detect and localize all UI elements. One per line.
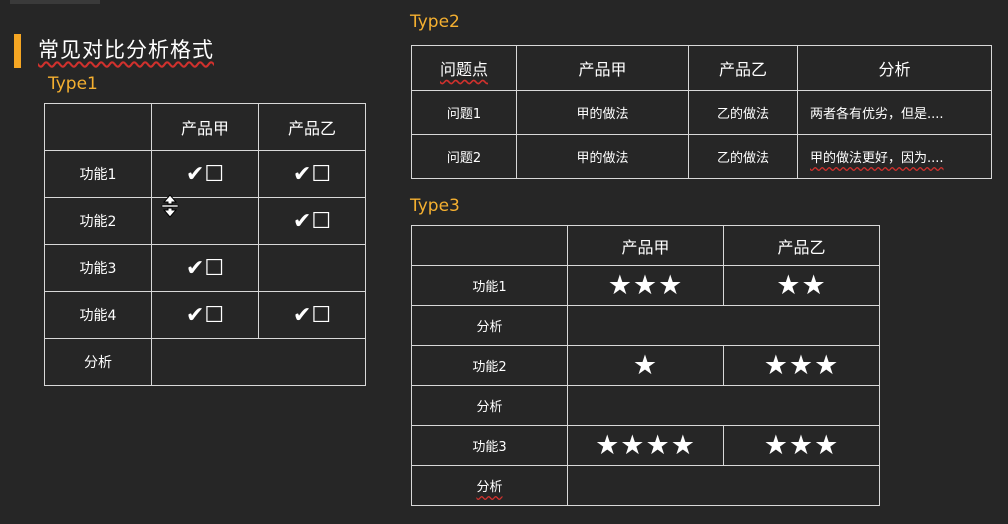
product-a-cell[interactable]: 甲的做法 [516, 90, 689, 135]
header-cell[interactable]: 分析 [797, 45, 992, 91]
analysis-content-cell[interactable] [567, 305, 880, 346]
type2-table: 问题点 产品甲 产品乙 分析 问题1 甲的做法 乙的做法 两者各有优劣，但是..… [411, 45, 992, 179]
title-accent-bar [14, 34, 21, 68]
table-row: 功能1 ★★★ ★★ [411, 265, 880, 306]
check-cell[interactable]: ✔☐ [151, 150, 259, 198]
rating-cell[interactable]: ★★★ [723, 345, 880, 386]
type1-table: 产品甲 产品乙 功能1 ✔☐ ✔☐ 功能2 ✔☐ 功能3 ✔☐ 功能4 ✔☐ ✔… [44, 103, 366, 386]
header-cell[interactable] [44, 103, 152, 151]
header-cell[interactable]: 产品甲 [151, 103, 259, 151]
feature-cell[interactable]: 功能1 [411, 265, 568, 306]
analysis-text: 甲的做法更好，因为.... [810, 151, 944, 166]
header-cell[interactable]: 产品乙 [258, 103, 366, 151]
table-row: 问题2 甲的做法 乙的做法 甲的做法更好，因为.... [411, 134, 992, 179]
table-header-row: 产品甲 产品乙 [411, 225, 880, 266]
check-cell[interactable]: ✔☐ [258, 291, 366, 339]
check-cell[interactable] [258, 244, 366, 292]
type2-label: Type2 [410, 12, 460, 32]
table-row: 功能4 ✔☐ ✔☐ [44, 291, 366, 339]
table-header-row: 产品甲 产品乙 [44, 103, 366, 151]
analysis-content-cell[interactable] [567, 465, 880, 506]
analysis-label-cell[interactable]: 分析 [44, 338, 152, 386]
analysis-label-text: 分析 [476, 480, 503, 495]
issue-cell[interactable]: 问题2 [411, 134, 517, 179]
page-title: 常见对比分析格式 [38, 38, 214, 62]
header-cell[interactable]: 产品甲 [516, 45, 689, 91]
header-cell[interactable]: 问题点 [411, 45, 517, 91]
feature-cell[interactable]: 功能2 [44, 197, 152, 245]
check-cell[interactable]: ✔☐ [258, 150, 366, 198]
analysis-label-cell[interactable]: 分析 [411, 305, 568, 346]
rating-cell[interactable]: ★★★ [723, 425, 880, 466]
check-cell[interactable]: ✔☐ [151, 244, 259, 292]
product-a-cell[interactable]: 甲的做法 [516, 134, 689, 179]
analysis-content-cell[interactable] [567, 385, 880, 426]
header-cell[interactable]: 产品乙 [688, 45, 798, 91]
rating-cell[interactable]: ★ [567, 345, 724, 386]
rating-cell[interactable]: ★★★★ [567, 425, 724, 466]
check-cell[interactable]: ✔☐ [258, 197, 366, 245]
rating-cell[interactable]: ★★★ [567, 265, 724, 306]
analysis-label-cell[interactable]: 分析 [411, 385, 568, 426]
top-strip [10, 0, 100, 4]
feature-cell[interactable]: 功能2 [411, 345, 568, 386]
header-cell[interactable]: 产品甲 [567, 225, 724, 266]
type3-label: Type3 [410, 196, 460, 216]
feature-cell[interactable]: 功能3 [411, 425, 568, 466]
product-b-cell[interactable]: 乙的做法 [688, 90, 798, 135]
product-b-cell[interactable]: 乙的做法 [688, 134, 798, 179]
table-row: 功能2 ★ ★★★ [411, 345, 880, 386]
table-row: 问题1 甲的做法 乙的做法 两者各有优劣，但是.... [411, 90, 992, 135]
table-row: 功能3 ✔☐ [44, 244, 366, 292]
type3-table: 产品甲 产品乙 功能1 ★★★ ★★ 分析 功能2 ★ ★★★ 分析 功能3 ★… [411, 225, 880, 506]
analysis-content-cell[interactable] [151, 338, 366, 386]
issue-cell[interactable]: 问题1 [411, 90, 517, 135]
analysis-row: 分析 [411, 385, 880, 426]
feature-cell[interactable]: 功能4 [44, 291, 152, 339]
resize-cursor-icon [161, 194, 179, 218]
analysis-cell[interactable]: 两者各有优劣，但是.... [797, 90, 992, 135]
header-cell[interactable] [411, 225, 568, 266]
analysis-label-cell[interactable]: 分析 [411, 465, 568, 506]
header-cell[interactable]: 产品乙 [723, 225, 880, 266]
check-cell[interactable]: ✔☐ [151, 291, 259, 339]
analysis-row: 分析 [411, 305, 880, 346]
type1-label: Type1 [48, 74, 98, 94]
rating-cell[interactable]: ★★ [723, 265, 880, 306]
analysis-cell[interactable]: 甲的做法更好，因为.... [797, 134, 992, 179]
table-row: 功能1 ✔☐ ✔☐ [44, 150, 366, 198]
feature-cell[interactable]: 功能3 [44, 244, 152, 292]
analysis-row: 分析 [44, 338, 366, 386]
table-row: 功能2 ✔☐ [44, 197, 366, 245]
feature-cell[interactable]: 功能1 [44, 150, 152, 198]
table-header-row: 问题点 产品甲 产品乙 分析 [411, 45, 992, 91]
table-row: 功能3 ★★★★ ★★★ [411, 425, 880, 466]
analysis-row: 分析 [411, 465, 880, 506]
